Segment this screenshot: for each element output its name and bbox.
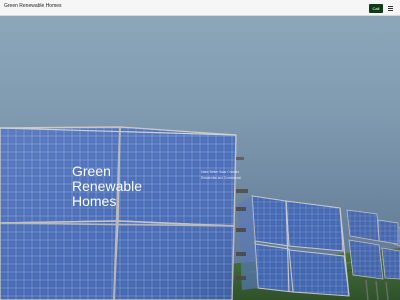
hero-section: Green Renewable Homes Make Better Solar …	[0, 16, 400, 300]
header: Green Renewable Homes Call	[0, 0, 400, 16]
hero-title-line: Homes	[72, 193, 117, 209]
hero-title-line: Renewable	[72, 178, 143, 194]
solar-panels-image	[0, 126, 400, 300]
brand-name[interactable]: Green Renewable Homes	[4, 3, 62, 9]
call-button[interactable]: Call	[369, 4, 383, 13]
hero-subtitle-line: Residential and Commercial	[201, 176, 241, 180]
hero-title-line: Green	[72, 163, 111, 179]
hero-subtitle: Make Better Solar Choices Residential an…	[201, 169, 246, 181]
hero-title: Green Renewable Homes	[72, 164, 222, 209]
menu-icon[interactable]	[388, 5, 393, 11]
solar-landing-page: Green Renewable Homes Call Green Renewab…	[0, 0, 400, 300]
